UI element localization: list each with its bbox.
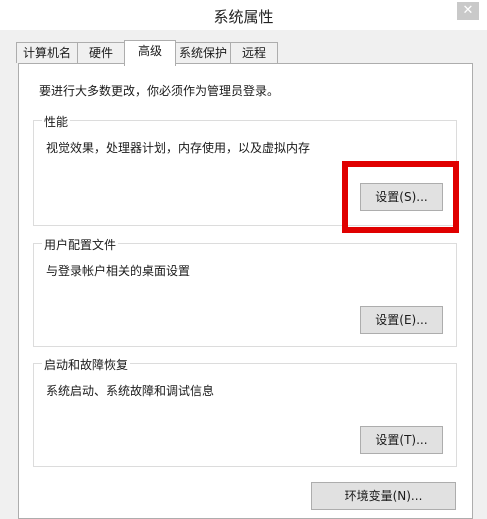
highlight-box bbox=[342, 161, 459, 233]
startup-recovery-description: 系统启动、系统故障和调试信息 bbox=[46, 384, 215, 398]
tab-system-protection[interactable]: 系统保护 bbox=[175, 42, 231, 63]
window-title: 系统属性 bbox=[213, 8, 274, 26]
startup-recovery-title: 启动和故障恢复 bbox=[42, 356, 131, 373]
performance-description: 视觉效果，处理器计划，内存使用，以及虚拟内存 bbox=[46, 141, 311, 155]
tab-advanced[interactable]: 高级 bbox=[124, 40, 176, 66]
tab-hardware[interactable]: 硬件 bbox=[77, 42, 125, 63]
user-profiles-description: 与登录帐户相关的桌面设置 bbox=[46, 264, 191, 278]
user-profiles-title: 用户配置文件 bbox=[42, 236, 119, 253]
startup-recovery-group: 启动和故障恢复 系统启动、系统故障和调试信息 设置(T)... bbox=[33, 356, 457, 467]
title-bar: 系统属性 ✕ bbox=[0, 0, 487, 30]
startup-recovery-settings-button[interactable]: 设置(T)... bbox=[360, 426, 443, 454]
advanced-panel: 要进行大多数更改，你必须作为管理员登录。 性能 视觉效果，处理器计划，内存使用，… bbox=[18, 63, 473, 519]
close-button[interactable]: ✕ bbox=[457, 2, 479, 20]
dialog-body: 计算机名 硬件 高级 系统保护 远程 要进行大多数更改，你必须作为管理员登录。 … bbox=[0, 30, 487, 519]
environment-variables-button[interactable]: 环境变量(N)... bbox=[311, 482, 456, 510]
user-profiles-group: 用户配置文件 与登录帐户相关的桌面设置 设置(E)... bbox=[33, 236, 457, 347]
tab-computer-name[interactable]: 计算机名 bbox=[16, 42, 78, 63]
admin-notice: 要进行大多数更改，你必须作为管理员登录。 bbox=[39, 84, 280, 98]
tab-remote[interactable]: 远程 bbox=[230, 42, 278, 63]
performance-title: 性能 bbox=[42, 113, 71, 130]
user-profiles-settings-button[interactable]: 设置(E)... bbox=[360, 306, 443, 334]
